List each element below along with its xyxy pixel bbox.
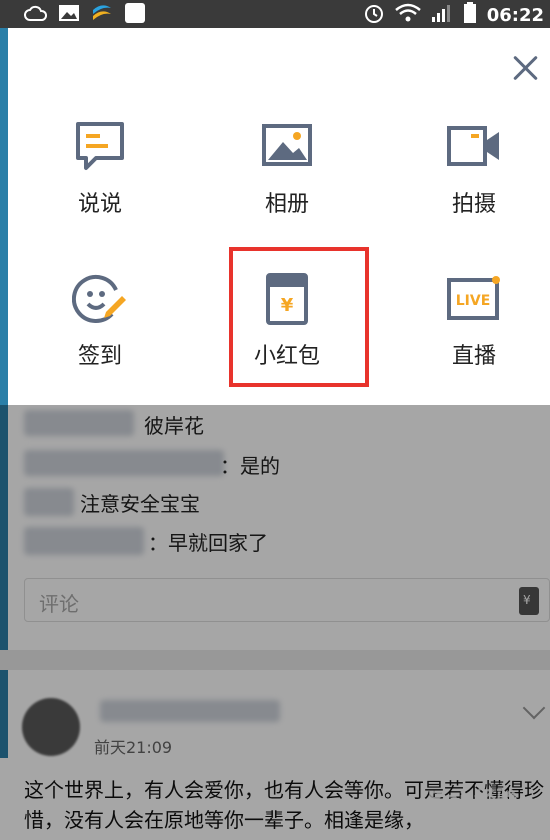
signal-icon [431, 3, 453, 27]
battery-icon [463, 2, 477, 28]
camera-icon [447, 126, 499, 166]
menu-item-label: 说说 [77, 192, 122, 217]
wifi-icon [394, 3, 421, 27]
image-icon [58, 4, 80, 26]
status-bar: 06:22 [0, 0, 550, 28]
menu-item-label: 直播 [451, 344, 496, 369]
menu-item-shuoshuo[interactable]: 说说 [30, 120, 170, 250]
menu-item-label: 签到 [77, 344, 122, 369]
menu-item-label: 拍摄 [451, 192, 496, 217]
svg-text:LIVE: LIVE [456, 293, 491, 309]
overlay-dim[interactable] [0, 405, 550, 840]
clock-time: 06:22 [486, 4, 544, 26]
album-icon [262, 124, 312, 166]
menu-item-label: 相册 [264, 192, 309, 217]
cloud-icon [24, 4, 48, 26]
china-mobile-icon [90, 2, 114, 28]
shuoshuo-icon [76, 122, 124, 170]
live-icon: LIVE [447, 276, 500, 320]
menu-item-live[interactable]: LIVE 直播 [404, 272, 544, 402]
close-icon[interactable] [510, 52, 542, 84]
menu-item-album[interactable]: 相册 [217, 120, 357, 250]
checkin-icon [72, 275, 126, 323]
menu-item-camera[interactable]: 拍摄 [404, 120, 544, 250]
alarm-icon [363, 2, 385, 28]
highlight-box [229, 247, 369, 387]
menu-item-checkin[interactable]: 签到 [30, 272, 170, 402]
blank-icon [124, 2, 146, 28]
